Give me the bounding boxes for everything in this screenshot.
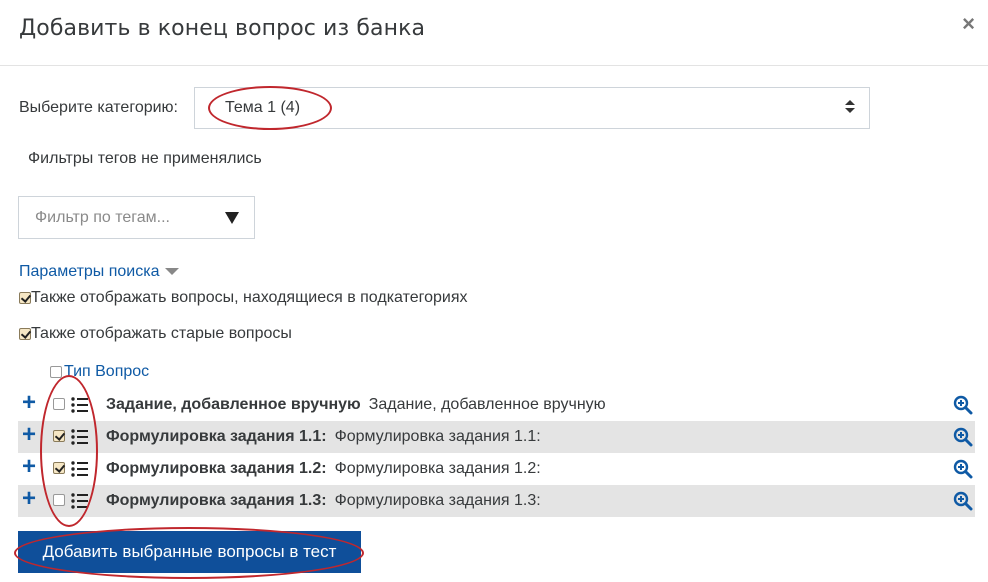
close-icon[interactable]: × [962, 12, 975, 36]
multichoice-list-icon [71, 397, 88, 413]
select-all-checkbox[interactable] [50, 365, 62, 378]
option-subcategories[interactable]: Также отображать вопросы, находящиеся в … [19, 289, 468, 307]
zoom-in-icon[interactable] [953, 491, 973, 511]
option-old-questions[interactable]: Также отображать старые вопросы [19, 325, 292, 343]
table-row: + Формулировка задания 1.3: Формулировка … [18, 485, 975, 517]
plus-icon[interactable]: + [22, 454, 36, 480]
dialog-header: Добавить в конец вопрос из банка × [0, 0, 988, 66]
question-checkbox[interactable] [53, 430, 65, 442]
multichoice-list-icon [71, 429, 88, 445]
zoom-in-icon[interactable] [953, 395, 973, 415]
tag-filter-dropdown[interactable]: Фильтр по тегам... [18, 196, 255, 239]
search-params-toggle[interactable]: Параметры поиска [19, 263, 180, 281]
question-text: Формулировка задания 1.3: [334, 492, 541, 509]
question-name: Задание, добавленное вручную Задание, доб… [106, 396, 606, 413]
category-selected-value: Тема 1 (4) [225, 99, 301, 116]
question-checkbox[interactable] [53, 398, 65, 410]
plus-icon[interactable]: + [22, 422, 36, 448]
question-name: Формулировка задания 1.3: Формулировка за… [106, 492, 541, 509]
select-caret-icon [845, 100, 855, 114]
question-name: Формулировка задания 1.2: Формулировка за… [106, 460, 541, 477]
table-row: + Формулировка задания 1.1: Формулировка … [18, 421, 975, 453]
category-label: Выберите категорию: [19, 99, 178, 116]
option-subcategories-label: Также отображать вопросы, находящиеся в … [31, 289, 468, 306]
add-selected-button[interactable]: Добавить выбранные вопросы в тест [18, 531, 361, 573]
table-row: + Задание, добавленное вручную Задание, д… [18, 389, 975, 421]
question-checkbox[interactable] [53, 494, 65, 506]
dropdown-arrow-icon [225, 212, 239, 224]
question-text: Задание, добавленное вручную [368, 396, 606, 413]
table-header: Тип Вопрос [50, 363, 149, 381]
search-params-label: Параметры поиска [19, 263, 160, 280]
plus-icon[interactable]: + [22, 486, 36, 512]
table-row: + Формулировка задания 1.2: Формулировка … [18, 453, 975, 485]
option-old-questions-label: Также отображать старые вопросы [31, 325, 292, 342]
question-name: Формулировка задания 1.1: Формулировка за… [106, 428, 541, 445]
zoom-in-icon[interactable] [953, 459, 973, 479]
question-text: Формулировка задания 1.1: [334, 428, 541, 445]
chevron-down-icon [165, 268, 180, 276]
sort-type-link[interactable]: Тип [64, 363, 91, 380]
category-select[interactable]: Тема 1 (4) [194, 87, 870, 129]
plus-icon[interactable]: + [22, 390, 36, 416]
tag-filter-note: Фильтры тегов не применялись [28, 150, 262, 167]
question-text: Формулировка задания 1.2: [334, 460, 541, 477]
multichoice-list-icon [71, 461, 88, 477]
multichoice-list-icon [71, 493, 88, 509]
question-checkbox[interactable] [53, 462, 65, 474]
sort-question-link[interactable]: Вопрос [95, 363, 149, 380]
zoom-in-icon[interactable] [953, 427, 973, 447]
dialog-title: Добавить в конец вопрос из банка [19, 16, 426, 41]
subcategories-checkbox[interactable] [19, 291, 31, 304]
old-questions-checkbox[interactable] [19, 327, 31, 340]
tag-filter-placeholder: Фильтр по тегам... [35, 209, 170, 226]
